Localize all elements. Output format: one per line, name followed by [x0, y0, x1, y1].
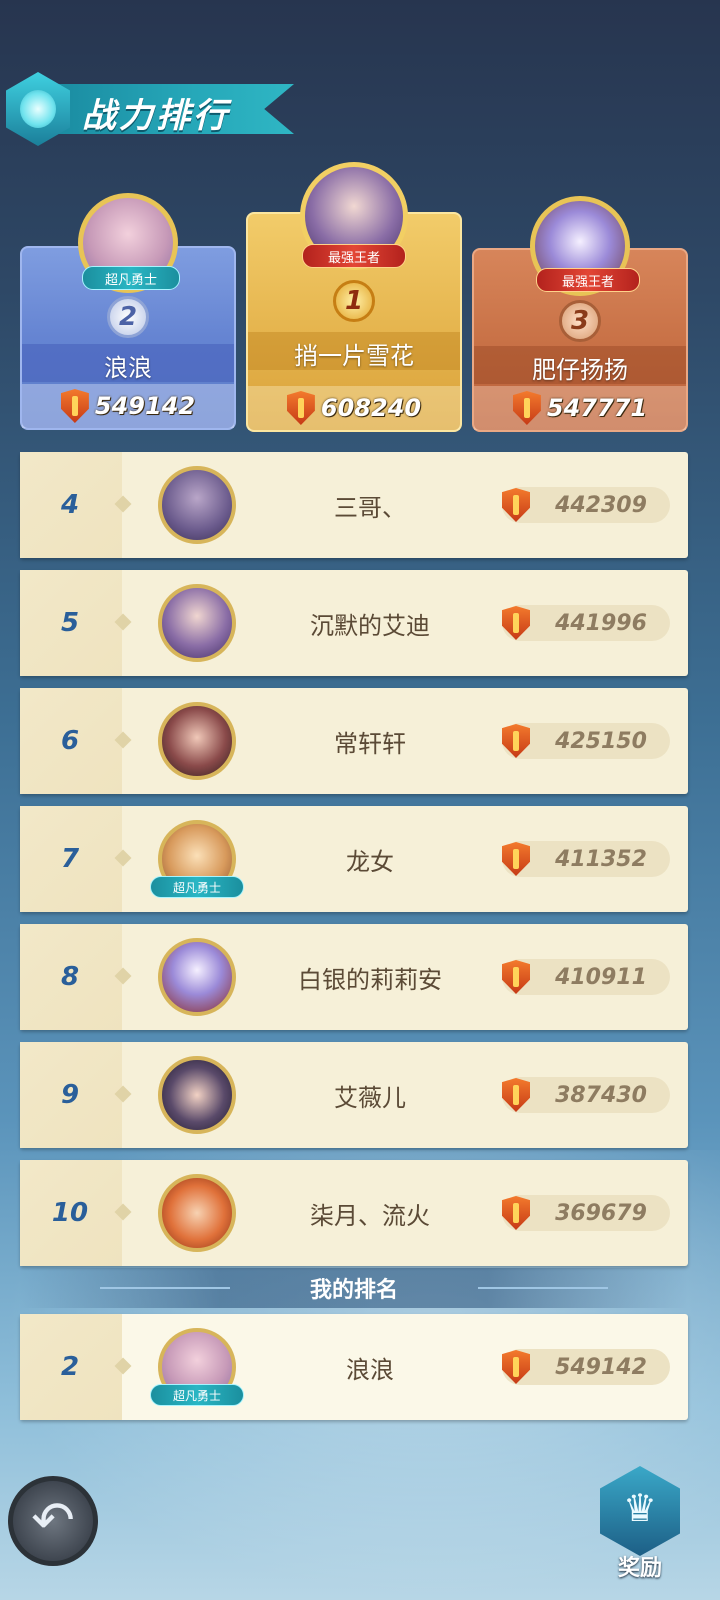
rank-number: 9	[60, 1080, 80, 1110]
ranking-row[interactable]: 7 超凡勇士 龙女 411352	[20, 806, 688, 912]
rank-number: 5	[60, 608, 80, 638]
section-line-right	[478, 1287, 608, 1289]
player-name: 沉默的艾迪	[310, 611, 430, 640]
ranking-row[interactable]: 9 艾薇儿 387430	[20, 1042, 688, 1148]
power-value: 410911	[555, 964, 647, 990]
power-pill: 411352	[502, 841, 670, 877]
power-shield-icon	[502, 1196, 530, 1230]
player-name: 柒月、流火	[310, 1201, 430, 1230]
ranking-row[interactable]: 8 白银的莉莉安 410911	[20, 924, 688, 1030]
power-pill: 387430	[502, 1077, 670, 1113]
power-pill: 425150	[502, 723, 670, 759]
back-button[interactable]: ↶	[8, 1476, 98, 1566]
power-shield-icon	[502, 488, 530, 522]
player-name: 龙女	[346, 847, 394, 876]
podium-first-power: 608240	[248, 386, 460, 430]
player-avatar[interactable]	[158, 584, 236, 662]
ranking-emblem-icon	[6, 72, 70, 146]
ranking-row[interactable]: 4 三哥、 442309	[20, 452, 688, 558]
section-line-left	[100, 1287, 230, 1289]
power-pill: 549142	[502, 1349, 670, 1385]
my-rank-section-header: 我的排名	[20, 1268, 688, 1308]
player-name: 常轩轩	[334, 729, 406, 758]
podium-third-power-value: 547771	[546, 394, 648, 422]
power-shield-icon	[502, 724, 530, 758]
player-avatar[interactable]	[158, 938, 236, 1016]
player-avatar[interactable]	[158, 702, 236, 780]
podium-second-title-badge: 超凡勇士	[82, 266, 180, 290]
emblem-core	[20, 90, 56, 128]
podium-first-power-value: 608240	[320, 394, 422, 422]
power-value: 549142	[555, 1354, 647, 1380]
player-name: 白银的莉莉安	[298, 965, 442, 994]
podium-second-power-value: 549142	[94, 392, 196, 420]
power-shield-icon	[286, 391, 315, 425]
player-name: 艾薇儿	[334, 1083, 406, 1112]
player-title-badge: 超凡勇士	[150, 876, 244, 898]
power-shield-icon	[60, 389, 89, 423]
player-name: 三哥、	[334, 493, 406, 522]
power-shield-icon	[502, 960, 530, 994]
rank-number: 4	[60, 490, 80, 520]
podium-first-name: 捎一片雪花	[294, 342, 414, 370]
power-pill: 410911	[502, 959, 670, 995]
rank-number: 6	[60, 726, 80, 756]
rank-number: 7	[60, 844, 80, 874]
power-shield-icon	[502, 1350, 530, 1384]
rank-medal-bronze: 3	[559, 300, 601, 342]
reward-button[interactable]: ♛ 奖励	[598, 1466, 682, 1581]
reward-crown-icon: ♛	[622, 1486, 658, 1530]
back-arrow-icon: ↶	[31, 1491, 75, 1551]
podium-second-name: 浪浪	[104, 354, 152, 382]
podium-second-power: 549142	[22, 384, 234, 428]
podium-third-power: 547771	[474, 386, 686, 430]
power-value: 425150	[555, 728, 647, 754]
player-name: 浪浪	[346, 1355, 394, 1384]
reward-label: 奖励	[617, 1556, 662, 1581]
ranking-row[interactable]: 10 柒月、流火 369679	[20, 1160, 688, 1266]
page-title: 战力排行	[82, 96, 230, 136]
power-shield-icon	[502, 606, 530, 640]
rank-number: 10	[51, 1198, 89, 1228]
player-title-badge: 超凡勇士	[150, 1384, 244, 1406]
rank-medal-silver: 2	[107, 296, 149, 338]
rank-medal-gold: 1	[333, 280, 375, 322]
power-pill: 369679	[502, 1195, 670, 1231]
rank-number: 8	[60, 962, 80, 992]
my-rank-title: 我的排名	[309, 1278, 398, 1303]
player-avatar[interactable]	[158, 1174, 236, 1252]
power-value: 442309	[555, 492, 647, 518]
title-banner: 战力排行	[6, 72, 306, 146]
rank-number: 2	[60, 1352, 80, 1382]
ranking-row[interactable]: 6 常轩轩 425150	[20, 688, 688, 794]
podium-third-name: 肥仔扬扬	[532, 356, 628, 384]
power-value: 387430	[555, 1082, 647, 1108]
power-value: 369679	[555, 1200, 647, 1226]
power-shield-icon	[502, 842, 530, 876]
power-value: 441996	[555, 610, 647, 636]
power-pill: 441996	[502, 605, 670, 641]
podium-third-title-badge: 最强王者	[536, 268, 640, 292]
player-avatar[interactable]	[158, 1056, 236, 1134]
my-rank-row[interactable]: 2 超凡勇士 浪浪 549142	[20, 1314, 688, 1420]
power-pill: 442309	[502, 487, 670, 523]
ranking-row[interactable]: 5 沉默的艾迪 441996	[20, 570, 688, 676]
power-shield-icon	[512, 391, 541, 425]
player-avatar[interactable]	[158, 466, 236, 544]
power-value: 411352	[555, 846, 647, 872]
podium-first-title-badge: 最强王者	[302, 244, 406, 268]
power-shield-icon	[502, 1078, 530, 1112]
